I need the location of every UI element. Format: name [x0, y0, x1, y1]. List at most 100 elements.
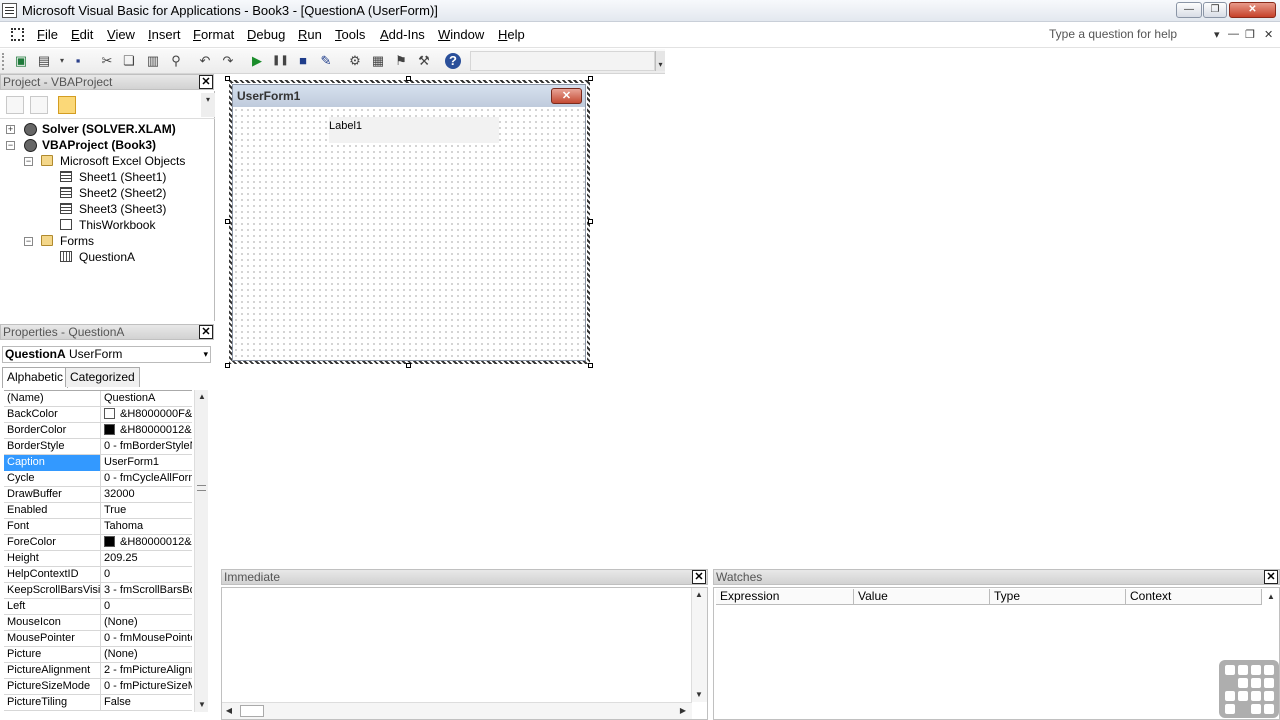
property-row[interactable]: PictureSizeMode0 - fmPictureSizeModeClip — [4, 679, 192, 695]
mdi-restore-icon[interactable]: ❐ — [1245, 28, 1255, 41]
project-explorer-icon[interactable]: ⚙ — [347, 53, 363, 69]
project-explorer-close-icon[interactable]: ✕ — [199, 75, 213, 89]
column-context[interactable]: Context — [1126, 589, 1262, 605]
menu-edit[interactable]: Edit — [71, 27, 93, 42]
property-value[interactable]: 0 — [102, 599, 192, 615]
scroll-up-icon[interactable]: ▲ — [1264, 590, 1278, 604]
properties-window-icon[interactable]: ▦ — [370, 53, 386, 69]
property-value[interactable]: 0 - fmMousePointerDefault — [102, 631, 192, 647]
watches-window[interactable]: Expression Value Type Context ▲ — [713, 587, 1280, 720]
scroll-right-icon[interactable]: ▶ — [676, 704, 690, 718]
collapse-icon[interactable]: − — [24, 237, 33, 246]
property-value[interactable]: (None) — [102, 615, 192, 631]
design-mode-icon[interactable]: ✎ — [318, 53, 334, 69]
minimize-button[interactable]: — — [1176, 2, 1202, 18]
resize-handle[interactable] — [225, 219, 230, 224]
toolbar-grip[interactable] — [2, 53, 5, 70]
property-row[interactable]: KeepScrollBarsVisible3 - fmScrollBarsBot… — [4, 583, 192, 599]
scroll-left-icon[interactable]: ◀ — [222, 704, 236, 718]
property-value[interactable]: 32000 — [102, 487, 192, 503]
tab-categorized[interactable]: Categorized — [65, 367, 140, 387]
menu-insert[interactable]: Insert — [148, 27, 181, 42]
property-row[interactable]: PictureTiling False — [4, 695, 192, 711]
menu-file[interactable]: File — [37, 27, 58, 42]
immediate-window[interactable]: ▲ ▼ ◀ ▶ — [221, 587, 708, 720]
reset-icon[interactable]: ■ — [295, 53, 311, 69]
view-excel-icon[interactable]: ▣ — [13, 53, 29, 69]
expand-icon[interactable]: + — [6, 125, 15, 134]
property-row[interactable]: MouseIcon (None) — [4, 615, 192, 631]
resize-handle[interactable] — [588, 219, 593, 224]
property-value[interactable]: Tahoma — [102, 519, 192, 535]
property-row[interactable]: DrawBuffer 32000 — [4, 487, 192, 503]
object-browser-icon[interactable]: ⚑ — [393, 53, 409, 69]
property-row[interactable]: BorderStyle0 - fmBorderStyleNone — [4, 439, 192, 455]
property-scrollbar[interactable]: ▲ ▼ — [194, 390, 208, 712]
immediate-close-icon[interactable]: ✕ — [692, 570, 706, 584]
menu-view[interactable]: View — [107, 27, 135, 42]
scroll-down-icon[interactable]: ▼ — [692, 688, 706, 702]
toggle-folders-icon[interactable] — [58, 96, 76, 114]
property-value[interactable]: 3 - fmScrollBarsBoth — [102, 583, 192, 599]
resize-handle[interactable] — [588, 76, 593, 81]
property-row[interactable]: BorderColor &H80000012& — [4, 423, 192, 439]
property-value[interactable]: False — [102, 695, 192, 711]
property-value[interactable]: 2 - fmPictureAlignmentCenter — [102, 663, 192, 679]
property-row[interactable]: Enabled True — [4, 503, 192, 519]
save-icon[interactable]: ▪ — [70, 53, 86, 69]
watches-close-icon[interactable]: ✕ — [1264, 570, 1278, 584]
property-row[interactable]: PictureAlignment2 - fmPictureAlignmentCe… — [4, 663, 192, 679]
property-value[interactable]: 0 - fmPictureSizeModeClip — [102, 679, 192, 695]
project-scroll-icon[interactable]: ▾ — [201, 93, 215, 117]
property-value[interactable]: 0 — [102, 567, 192, 583]
help-search-input[interactable]: Type a question for help — [1049, 27, 1177, 41]
properties-close-icon[interactable]: ✕ — [199, 325, 213, 339]
property-row[interactable]: Font Tahoma — [4, 519, 192, 535]
copy-icon[interactable]: ❏ — [121, 53, 137, 69]
property-row[interactable]: BackColor &H8000000F& — [4, 407, 192, 423]
property-row[interactable]: Cycle0 - fmCycleAllForms — [4, 471, 192, 487]
mdi-minimize-icon[interactable]: — — [1228, 28, 1239, 40]
close-button[interactable]: ✕ — [1229, 2, 1276, 18]
cut-icon[interactable]: ✂ — [99, 53, 115, 69]
property-value[interactable]: UserForm1 — [102, 455, 192, 471]
property-row[interactable]: ForeColor &H80000012& — [4, 535, 192, 551]
scroll-up-icon[interactable]: ▲ — [195, 390, 209, 404]
paste-icon[interactable]: ▥ — [145, 53, 161, 69]
insert-userform-icon[interactable]: ▤ — [36, 53, 52, 69]
property-row[interactable]: HelpContextID 0 — [4, 567, 192, 583]
property-value[interactable]: 209.25 — [102, 551, 192, 567]
userform-window[interactable]: UserForm1 ✕ Label1 — [232, 84, 586, 361]
userform-close-icon[interactable]: ✕ — [551, 88, 582, 104]
property-value[interactable]: &H80000012& — [102, 535, 192, 551]
scroll-down-icon[interactable]: ▼ — [195, 698, 209, 712]
menu-format[interactable]: Format — [193, 27, 234, 42]
menu-add-ins[interactable]: Add-Ins — [380, 27, 425, 42]
insert-dropdown-icon[interactable]: ▾ — [54, 53, 70, 69]
menu-help[interactable]: Help — [498, 27, 525, 42]
column-expression[interactable]: Expression — [716, 589, 854, 605]
immediate-hscroll[interactable]: ◀ ▶ — [222, 702, 692, 719]
scroll-thumb[interactable] — [240, 705, 264, 717]
label1-control[interactable]: Label1 — [329, 117, 499, 143]
resize-handle[interactable] — [406, 76, 411, 81]
scroll-up-icon[interactable]: ▲ — [692, 588, 706, 602]
scroll-thumb-grip[interactable] — [197, 485, 206, 491]
resize-handle[interactable] — [588, 363, 593, 368]
tab-alphabetic[interactable]: Alphabetic — [2, 367, 69, 388]
menu-window[interactable]: Window — [438, 27, 484, 42]
userform-grid[interactable]: Label1 — [233, 107, 585, 360]
property-value[interactable]: (None) — [102, 647, 192, 663]
toolbox-icon[interactable]: ⚒ — [416, 53, 432, 69]
redo-icon[interactable]: ↷ — [220, 53, 236, 69]
resize-handle[interactable] — [225, 76, 230, 81]
property-row[interactable]: (Name) QuestionA — [4, 391, 192, 407]
undo-icon[interactable]: ↶ — [197, 53, 213, 69]
property-value[interactable]: &H80000012& — [102, 423, 192, 439]
toolbar-options-icon[interactable]: ▾ — [655, 51, 665, 71]
property-value[interactable]: QuestionA — [102, 391, 192, 407]
menu-tools[interactable]: Tools — [335, 27, 365, 42]
collapse-icon[interactable]: − — [6, 141, 15, 150]
property-value[interactable]: 0 - fmBorderStyleNone — [102, 439, 192, 455]
find-icon[interactable]: ⚲ — [168, 53, 184, 69]
